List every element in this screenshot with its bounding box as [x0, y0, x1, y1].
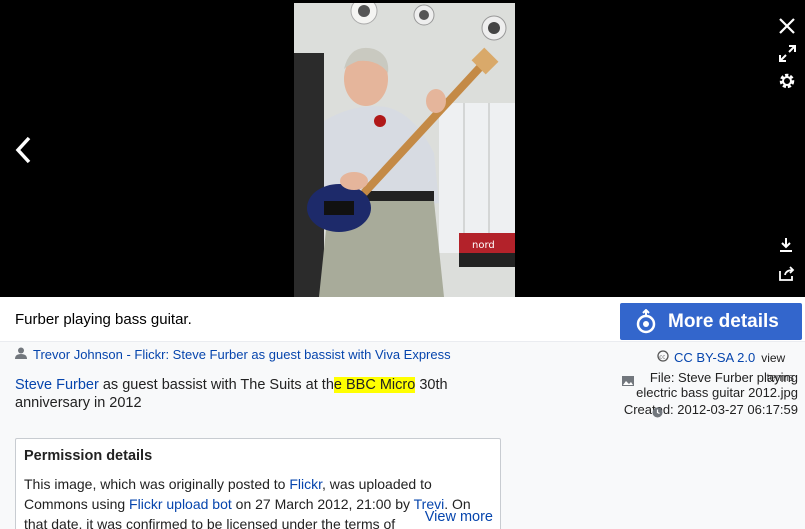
upload-bot-link[interactable]: Flickr upload bot — [129, 496, 232, 512]
source-link[interactable]: Flickr: Steve Furber as guest bassist wi… — [134, 347, 450, 362]
created-row: Created: 2012-03-27 06:17:59 — [620, 402, 798, 419]
file-row: terms File: Steve Furber playing electri… — [620, 370, 798, 400]
photo: nord — [294, 3, 515, 297]
more-details-button[interactable]: More details — [620, 303, 802, 340]
license-view-link[interactable]: view — [761, 351, 785, 365]
file-name: File: Steve Furber playing electric bass… — [636, 370, 798, 400]
author-link[interactable]: Trevor Johnson — [33, 347, 123, 362]
view-more-link[interactable]: View more — [420, 509, 493, 525]
description-link[interactable]: Steve Furber — [15, 377, 99, 393]
share-icon[interactable] — [779, 266, 795, 281]
created-date: Created: 2012-03-27 06:17:59 — [623, 402, 798, 417]
svg-text:cc: cc — [659, 354, 665, 360]
description-text: as guest bassist with The Suits at th — [98, 377, 334, 393]
media-viewer: nord — [0, 0, 805, 297]
author-separator: - — [122, 347, 135, 362]
close-icon[interactable] — [778, 17, 796, 35]
user-icon — [15, 347, 27, 362]
file-icon — [622, 372, 634, 387]
fullscreen-icon[interactable] — [779, 45, 796, 62]
permission-title: Permission details — [24, 448, 153, 464]
author-line: Trevor Johnson - Flickr: Steve Furber as… — [15, 347, 451, 362]
gear-icon[interactable] — [778, 72, 796, 90]
cc-icon: cc — [657, 350, 669, 365]
flickr-link[interactable]: Flickr — [289, 476, 322, 492]
clock-icon — [652, 404, 663, 419]
description-highlight: e BBC Micro — [333, 377, 416, 393]
permission-details-box: Permission details This image, which was… — [15, 438, 501, 529]
image-description: Steve Furber as guest bassist with The S… — [15, 376, 485, 412]
download-icon[interactable] — [779, 237, 793, 253]
permission-text-1: This image, which was originally posted … — [24, 476, 290, 492]
amp-brand-label: nord — [472, 240, 495, 251]
photo-illustration: nord — [294, 3, 515, 297]
image-caption: Furber playing bass guitar. — [15, 311, 192, 328]
commons-logo-icon — [634, 308, 658, 340]
license-link[interactable]: CC BY-SA 2.0 — [674, 350, 755, 365]
license-line: cc CC BY-SA 2.0 view — [657, 350, 785, 365]
chevron-left-icon[interactable] — [13, 135, 33, 165]
file-metadata: terms File: Steve Furber playing electri… — [620, 370, 798, 419]
more-details-label: More details — [668, 310, 779, 332]
permission-text-3: on 27 March 2012, 21:00 by — [231, 496, 414, 512]
